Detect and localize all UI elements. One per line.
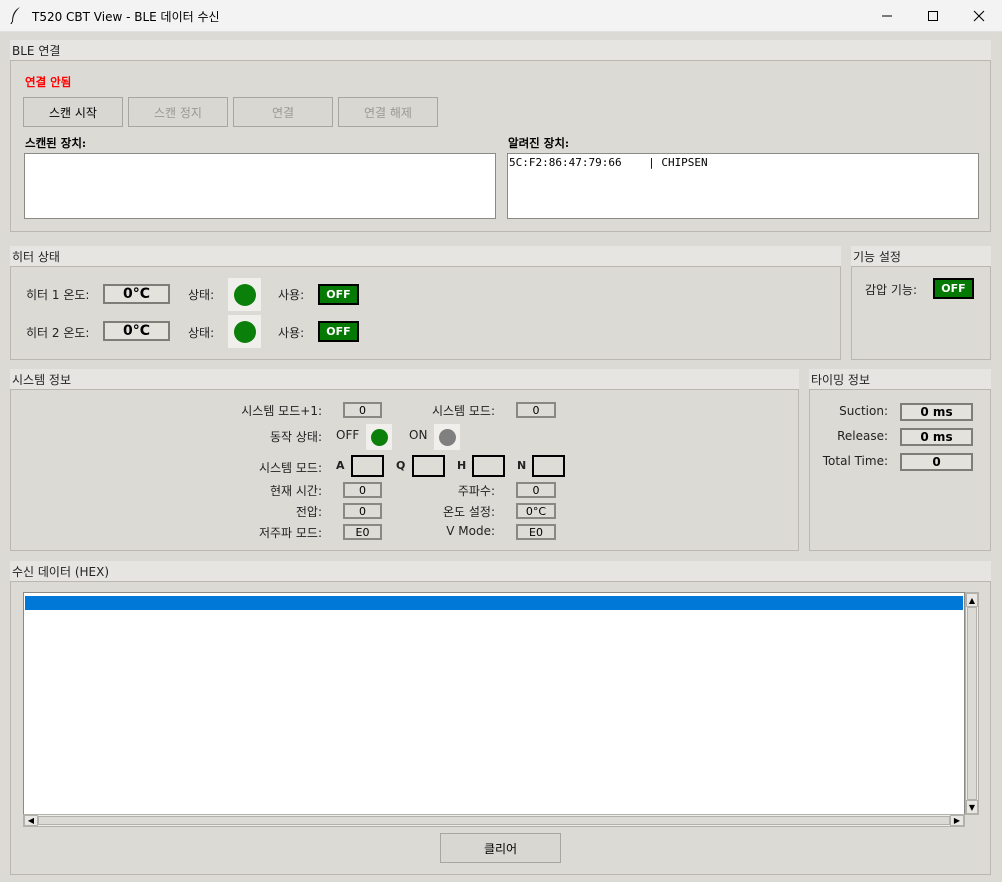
rx-horizontal-scroll-thumb[interactable] — [38, 816, 950, 825]
op-state-off-led — [370, 428, 388, 446]
heater1-use-toggle[interactable]: OFF — [318, 284, 359, 305]
scanned-devices-label: 스캔된 장치: — [25, 136, 87, 150]
frequency-value: 0 — [516, 482, 556, 498]
system-section-header: 시스템 정보 — [10, 369, 799, 389]
rx-section-title: 수신 데이터 (HEX) — [12, 565, 110, 579]
known-devices-label: 알려진 장치: — [508, 136, 570, 150]
rx-vertical-scrollbar[interactable]: ▲ ▼ — [965, 592, 979, 815]
vmode-label: V Mode: — [446, 524, 495, 538]
rx-section-header: 수신 데이터 (HEX) — [10, 561, 991, 581]
op-state-off-led-box — [366, 424, 392, 450]
heater2-status-label: 상태: — [188, 326, 215, 340]
heater1-temp-value: 0°C — [103, 284, 170, 304]
function-section-header: 기능 설정 — [851, 246, 991, 266]
op-state-on-led-box — [434, 424, 460, 450]
system-mode-value: 0 — [516, 402, 556, 418]
rx-horizontal-scrollbar[interactable]: ◀ ▶ — [23, 814, 965, 827]
heater2-temp-label: 히터 2 온도: — [26, 326, 90, 340]
scroll-up-icon[interactable]: ▲ — [966, 593, 978, 607]
system-mode-label: 시스템 모드: — [431, 404, 495, 418]
ble-section-header: BLE 연결 — [10, 40, 991, 60]
scroll-right-icon[interactable]: ▶ — [950, 815, 964, 826]
clear-button[interactable]: 클리어 — [440, 833, 561, 863]
heater1-status-label: 상태: — [188, 288, 215, 302]
heater-section-title: 히터 상태 — [12, 250, 60, 264]
feather-icon — [9, 6, 25, 25]
rx-selected-row[interactable] — [25, 596, 963, 610]
heater1-use-label: 사용: — [278, 288, 305, 302]
known-devices-list[interactable]: 5C:F2:86:47:79:66 | CHIPSEN — [507, 153, 979, 219]
minimize-icon[interactable] — [864, 0, 910, 32]
mode-letter-n: N — [517, 459, 527, 472]
heater-group — [10, 266, 841, 360]
mode-letter-q: Q — [396, 459, 406, 472]
rx-vertical-scroll-thumb[interactable] — [967, 607, 977, 800]
heater2-status-led-box — [228, 315, 261, 348]
timing-section-header: 타이밍 정보 — [809, 369, 991, 389]
op-state-on-led — [438, 428, 456, 446]
heater1-status-led — [233, 283, 256, 306]
current-time-value: 0 — [343, 482, 382, 498]
mode-letter-a: A — [336, 459, 345, 472]
temp-setting-value: 0°C — [516, 503, 556, 519]
release-value: 0 ms — [900, 428, 973, 446]
scan-stop-button[interactable]: 스캔 정지 — [128, 97, 228, 127]
op-state-label: 동작 상태: — [269, 430, 322, 444]
heater1-temp-label: 히터 1 온도: — [26, 288, 90, 302]
voltage-label: 전압: — [295, 505, 322, 519]
scroll-down-icon[interactable]: ▼ — [966, 800, 978, 814]
low-freq-mode-value: E0 — [343, 524, 382, 540]
close-icon[interactable] — [956, 0, 1002, 32]
connection-status: 연결 안됨 — [25, 75, 72, 89]
temp-setting-label: 온도 설정: — [442, 505, 495, 519]
current-time-label: 현재 시간: — [269, 484, 322, 498]
heater2-temp-value: 0°C — [103, 321, 170, 341]
scanned-devices-list[interactable] — [24, 153, 496, 219]
function-section-title: 기능 설정 — [853, 250, 901, 264]
mode-a-indicator — [351, 455, 384, 477]
system-mode-plus1-value: 0 — [343, 402, 382, 418]
vmode-value: E0 — [516, 524, 556, 540]
total-time-label: Total Time: — [822, 454, 888, 468]
maximize-icon[interactable] — [910, 0, 956, 32]
low-freq-mode-label: 저주파 모드: — [258, 526, 322, 540]
heater2-use-label: 사용: — [278, 326, 305, 340]
system-mode-plus1-label: 시스템 모드+1: — [241, 404, 322, 418]
decompress-toggle[interactable]: OFF — [933, 278, 974, 299]
disconnect-button[interactable]: 연결 해제 — [338, 97, 438, 127]
suction-value: 0 ms — [900, 403, 973, 421]
timing-section-title: 타이밍 정보 — [811, 373, 871, 387]
op-state-on-label: ON — [409, 428, 428, 442]
window-title: T520 CBT View - BLE 데이터 수신 — [32, 10, 220, 24]
scroll-left-icon[interactable]: ◀ — [24, 815, 38, 826]
rx-data-list[interactable] — [23, 592, 965, 815]
op-state-off-label: OFF — [336, 428, 360, 442]
system-mode2-label: 시스템 모드: — [258, 461, 322, 475]
connect-button[interactable]: 연결 — [233, 97, 333, 127]
mode-q-indicator — [412, 455, 445, 477]
suction-label: Suction: — [839, 404, 888, 418]
heater-section-header: 히터 상태 — [10, 246, 841, 266]
frequency-label: 주파수: — [457, 484, 495, 498]
system-section-title: 시스템 정보 — [12, 373, 72, 387]
heater1-status-led-box — [228, 278, 261, 311]
list-item[interactable]: 5C:F2:86:47:79:66 | CHIPSEN — [509, 156, 977, 169]
ble-section-title: BLE 연결 — [12, 44, 61, 58]
total-time-value: 0 — [900, 453, 973, 471]
heater2-use-toggle[interactable]: OFF — [318, 321, 359, 342]
decompress-label: 감압 기능: — [865, 283, 918, 297]
mode-letter-h: H — [457, 459, 467, 472]
mode-n-indicator — [532, 455, 565, 477]
title-bar: T520 CBT View - BLE 데이터 수신 — [0, 0, 1002, 32]
release-label: Release: — [837, 429, 888, 443]
mode-h-indicator — [472, 455, 505, 477]
scan-start-button[interactable]: 스캔 시작 — [23, 97, 123, 127]
heater2-status-led — [233, 320, 256, 343]
voltage-value: 0 — [343, 503, 382, 519]
